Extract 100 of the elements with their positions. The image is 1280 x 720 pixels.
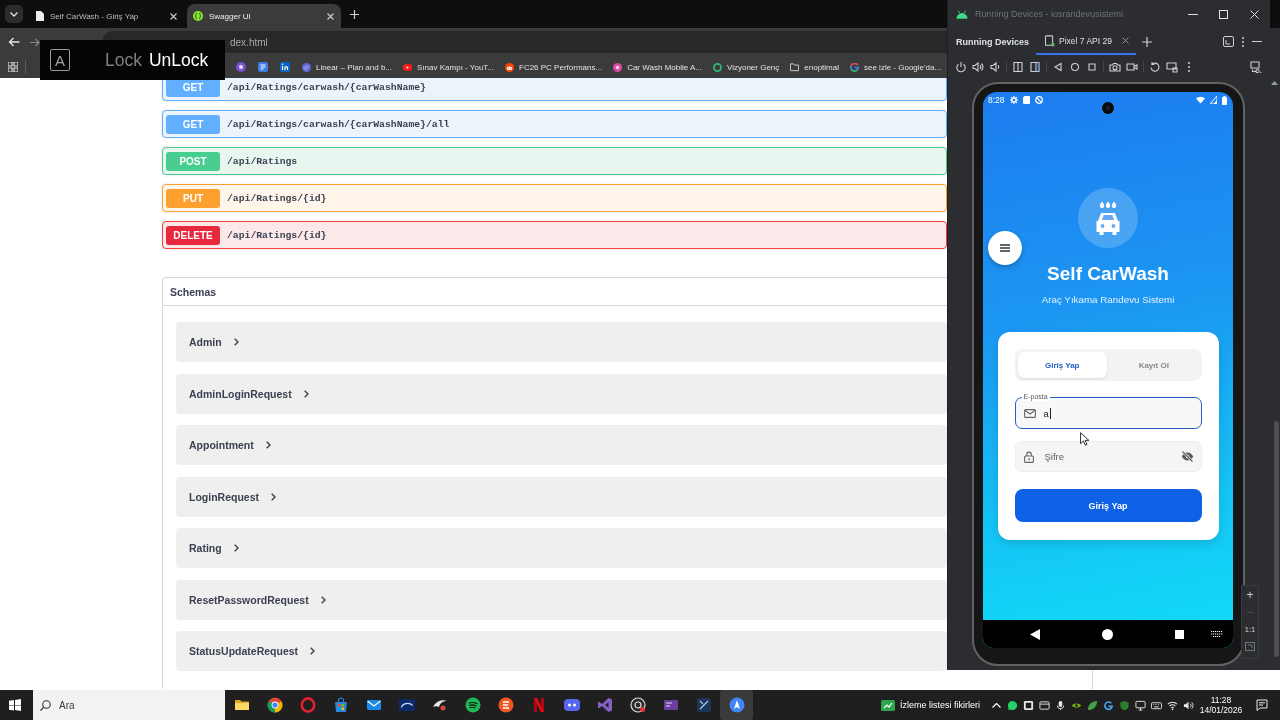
bookmark-link[interactable]: FC26 PC Performans... — [505, 62, 603, 72]
volume-down-icon[interactable] — [989, 60, 1001, 73]
bookmark-link[interactable]: Vizyoner Genç — [713, 62, 780, 72]
bookmark-link[interactable]: see izle - Google'da... — [850, 62, 942, 72]
chevron-right-icon — [271, 492, 276, 501]
endpoint-path: /api/Ratings — [227, 155, 298, 167]
device-mirror-icon[interactable] — [1250, 60, 1262, 73]
wifi-icon[interactable] — [1166, 699, 1178, 711]
g-shape-icon[interactable] — [1102, 699, 1114, 711]
password-field[interactable]: Şifre — [1014, 441, 1202, 472]
plus-icon[interactable] — [350, 9, 359, 19]
square-logo-icon[interactable] — [280, 62, 290, 72]
bookmark-link[interactable]: Sınav Kampı - YouT... — [403, 62, 494, 72]
keyboard-icon[interactable] — [1211, 630, 1223, 638]
snapshot-icon[interactable] — [1166, 60, 1178, 73]
scrollbar[interactable] — [1274, 421, 1279, 657]
power-icon[interactable] — [955, 60, 967, 73]
endpoint-path: /api/Ratings/carwash/{carWashName}/all — [227, 118, 450, 130]
chevron-right-icon — [233, 338, 239, 346]
page-icon — [36, 11, 44, 21]
scroll-up-icon[interactable] — [1271, 81, 1278, 85]
back-arrow-icon[interactable] — [8, 37, 20, 47]
speaker-icon[interactable] — [1182, 699, 1194, 711]
eye-off-icon[interactable] — [1180, 451, 1194, 462]
endpoint-path: /api/Ratings/carwash/{carWashName} — [227, 81, 426, 93]
auth-tab[interactable]: Giriş Yap — [1017, 352, 1107, 378]
mouse-pointer-icon — [1080, 432, 1089, 446]
clock-date[interactable]: 14/01/2026 — [1199, 705, 1243, 715]
wifi-icon — [1196, 96, 1205, 104]
ribbon-loop-icon — [596, 697, 613, 713]
close-icon[interactable] — [327, 12, 334, 20]
schema-item[interactable]: Admin — [176, 322, 947, 362]
plus-icon[interactable] — [1141, 36, 1152, 47]
notification-icon[interactable] — [1256, 699, 1268, 711]
tab-list-button[interactable] — [5, 5, 23, 23]
schema-item[interactable]: StatusUpdateRequest — [176, 631, 947, 671]
tile-icon — [662, 697, 679, 713]
chevron-up-icon[interactable] — [992, 702, 1001, 708]
schema-item[interactable]: Appointment — [176, 425, 947, 465]
login-button[interactable]: Giriş Yap — [1014, 489, 1202, 522]
microphone-icon[interactable] — [1054, 699, 1066, 711]
bookmark-link[interactable]: Linear – Plan and b... — [302, 62, 393, 72]
forward-arrow-icon[interactable] — [30, 37, 40, 47]
folder-icon — [790, 62, 800, 72]
swoosh-icon — [431, 697, 448, 713]
volume-up-icon[interactable] — [972, 60, 984, 73]
news-widget[interactable]: İzleme listesi fikirleri — [881, 699, 980, 711]
window-toggle-icon[interactable] — [1223, 36, 1234, 47]
brace-disc-icon — [193, 11, 203, 21]
endpoint-row[interactable]: PUT /api/Ratings/{id} — [162, 184, 947, 212]
home-icon[interactable] — [1069, 60, 1081, 73]
overview-icon[interactable] — [1086, 60, 1098, 73]
mail-icon — [365, 697, 382, 713]
bookmark-link[interactable]: enoptimal — [790, 62, 839, 72]
endpoint-row[interactable]: GET /api/Ratings/carwash/{carWashName}/all — [162, 110, 947, 138]
schema-item[interactable]: LoginRequest — [176, 476, 947, 517]
fold-icon[interactable] — [1012, 60, 1024, 73]
keyboard-icon[interactable] — [1150, 699, 1162, 711]
reset-icon[interactable] — [1149, 60, 1161, 73]
chat-bubble-icon[interactable] — [1006, 699, 1018, 711]
battery-icon — [1222, 95, 1227, 105]
leaf-icon[interactable] — [1086, 699, 1098, 711]
unfold-icon[interactable] — [1029, 60, 1041, 73]
apps-grid-icon[interactable] — [8, 62, 18, 72]
zoom-button[interactable]: + — [1242, 587, 1258, 604]
browser-tab[interactable]: Swagger UI — [187, 4, 341, 28]
fit-screen-icon[interactable] — [1245, 642, 1255, 651]
endpoint-row[interactable]: GET /api/Ratings/carwash/{carWashName} — [162, 78, 947, 101]
monitor-icon[interactable] — [1134, 699, 1146, 711]
face-disc-icon — [505, 62, 514, 72]
search-field[interactable]: Ara — [33, 690, 225, 720]
flower-icon — [613, 62, 623, 72]
schema-item[interactable]: AdminLoginRequest — [176, 373, 947, 414]
video-icon[interactable] — [1126, 60, 1138, 73]
clock-time[interactable]: 11:28 — [1210, 695, 1232, 705]
disc-icon[interactable] — [236, 62, 246, 72]
back-icon[interactable] — [1052, 60, 1064, 73]
back-icon[interactable] — [1030, 628, 1040, 640]
window-icon[interactable] — [1038, 699, 1050, 711]
folder-icon — [233, 697, 250, 713]
close-icon[interactable] — [170, 12, 177, 20]
document-icon[interactable] — [258, 62, 268, 72]
lines-disc-icon — [497, 697, 514, 713]
method-badge: POST — [166, 151, 220, 171]
browser-tab[interactable]: Self CarWash - Giriş Yap — [30, 4, 184, 28]
signal-icon — [1210, 96, 1217, 104]
tile-icon[interactable] — [1022, 699, 1034, 711]
schema-item[interactable]: Rating — [176, 528, 947, 568]
chart-tile-icon — [881, 699, 895, 711]
home-icon[interactable] — [1102, 628, 1113, 640]
endpoint-row[interactable]: POST /api/Ratings — [162, 147, 947, 175]
overview-icon[interactable] — [1175, 629, 1184, 639]
menu-button[interactable] — [988, 231, 1022, 265]
shield-icon[interactable] — [1118, 699, 1130, 711]
camera-icon[interactable] — [1109, 60, 1121, 73]
bookmark-link[interactable]: Car Wash Mobile A... — [613, 62, 702, 72]
schema-item[interactable]: ResetPasswordRequest — [176, 579, 947, 620]
device-tab[interactable]: Pixel 7 API 29 — [1036, 28, 1136, 55]
taskbar-button[interactable] — [720, 690, 753, 720]
endpoint-row[interactable]: DELETE /api/Ratings/{id} — [162, 221, 947, 249]
